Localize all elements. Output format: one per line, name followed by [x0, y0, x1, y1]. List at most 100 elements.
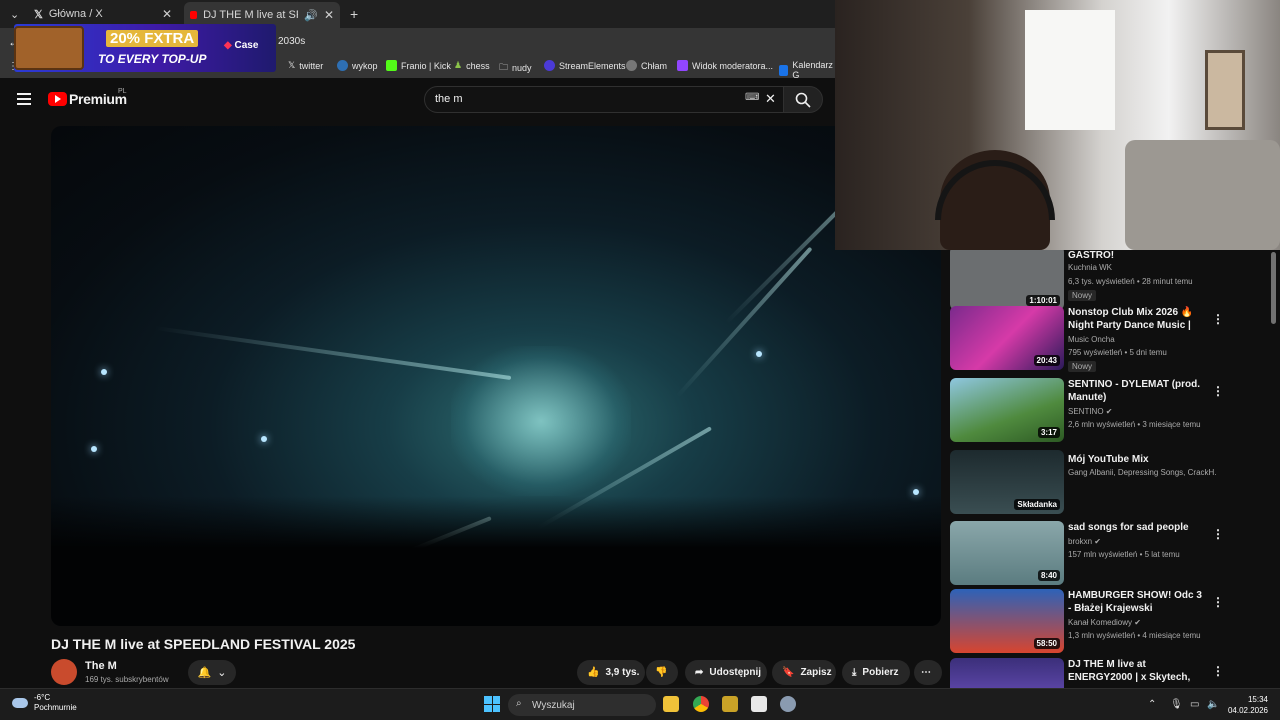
recommendation-title[interactable]: HAMBURGER SHOW! Odc 3 - Błażej Krajewski… — [1068, 589, 1203, 615]
file-explorer-icon[interactable] — [663, 696, 679, 712]
recommendation-item[interactable]: 8:40 sad songs for sad people brokxn ✔ 1… — [950, 521, 1272, 585]
recommendation-title[interactable]: SENTINO - DYLEMAT (prod. Manute) — [1068, 378, 1203, 404]
x-logo-icon: 𝕏 — [288, 60, 296, 70]
save-button[interactable]: 🔖 Zapisz — [772, 660, 836, 685]
more-options-icon[interactable]: ⋮ — [1212, 384, 1224, 398]
recommendation-title[interactable]: GASTRO! — [1068, 250, 1203, 262]
speaker-icon[interactable]: 🔊 — [304, 9, 318, 22]
display-icon[interactable]: ▭ — [1190, 699, 1199, 710]
channel-name[interactable]: The M — [85, 660, 117, 672]
video-thumbnail[interactable]: 20:43 — [950, 306, 1064, 370]
recommendation-channel[interactable]: Kanał Komediowy ✔ — [1068, 618, 1141, 627]
app-icon[interactable] — [722, 696, 738, 712]
recommendation-channel[interactable]: Music Oncha — [1068, 335, 1115, 344]
bookmark-calendar[interactable]: Kalendarz G — [779, 60, 835, 80]
bookmark-moderator[interactable]: Widok moderatora... — [677, 60, 773, 71]
recommendation-item[interactable]: 3:17 SENTINO - DYLEMAT (prod. Manute) SE… — [950, 378, 1272, 442]
recommendation-channel[interactable]: brokxn ✔ — [1068, 537, 1101, 546]
recommendation-title[interactable]: Nonstop Club Mix 2026 🔥 Night Party Danc… — [1068, 306, 1203, 332]
keyboard-icon[interactable]: ⌨ — [745, 92, 759, 103]
close-tab-icon[interactable]: ✕ — [162, 7, 172, 21]
volume-icon[interactable]: 🔈 — [1207, 699, 1219, 710]
chevron-up-icon[interactable]: ⌃ — [1148, 699, 1156, 710]
system-clock[interactable]: 15:34 04.02.2026 — [1228, 694, 1268, 716]
bookmark-streamelements[interactable]: StreamElements — [544, 60, 626, 71]
bookmark-wykop[interactable]: wykop — [337, 60, 378, 71]
new-badge: Nowy — [1068, 361, 1097, 372]
taskbar-search-input[interactable]: ⌕ Wyszukaj — [508, 694, 656, 716]
recommendation-item[interactable]: DJ THE M live at ENERGY2000 | x Skytech,… — [950, 658, 1272, 688]
sidebar-scrollbar[interactable] — [1271, 252, 1276, 324]
video-thumbnail[interactable]: 1:10:01 — [950, 250, 1064, 310]
video-player[interactable] — [51, 126, 941, 626]
dislike-button[interactable]: 👎 — [646, 660, 678, 685]
twitch-icon — [677, 60, 688, 71]
recommendation-item[interactable]: Składanka Mój YouTube Mix Gang Albanii, … — [950, 450, 1272, 514]
recommendation-title[interactable]: sad songs for sad people — [1068, 521, 1203, 534]
search-input[interactable]: the m ⌨ ✕ — [424, 86, 784, 113]
recommendation-title[interactable]: DJ THE M live at ENERGY2000 | x Skytech,… — [1068, 658, 1203, 684]
light-dot — [101, 369, 107, 375]
chrome-icon[interactable] — [693, 696, 709, 712]
video-thumbnail[interactable] — [950, 658, 1064, 688]
bookmark-nudy[interactable]: 🗀 nudy — [499, 60, 532, 76]
microphone-icon[interactable]: 🎙 — [1170, 699, 1183, 710]
close-tab-icon[interactable]: ✕ — [324, 8, 334, 22]
bookmark-kick[interactable]: Franio | Kick — [386, 60, 451, 71]
share-button[interactable]: ➦ Udostępnij — [685, 660, 767, 685]
dice-icon: ◆ — [224, 40, 232, 51]
video-title: DJ THE M live at SPEEDLAND FESTIVAL 2025 — [51, 636, 356, 652]
like-button[interactable]: 👍 3,9 tys. — [577, 660, 645, 685]
search-button[interactable] — [783, 86, 823, 113]
settings-gear-icon[interactable] — [780, 696, 796, 712]
search-icon — [795, 92, 811, 108]
weather-widget[interactable]: -6°C Pochmurnie — [12, 693, 77, 713]
download-button[interactable]: ⤓ Pobierz — [842, 660, 910, 685]
bookmark-icon: 🔖 — [782, 667, 795, 678]
bookmark-chess[interactable]: ♟ chess — [454, 60, 490, 71]
clear-search-icon[interactable]: ✕ — [765, 91, 776, 107]
bookmark-twitter[interactable]: 𝕏twitter — [288, 60, 323, 71]
recommendation-item[interactable]: 20:43 Nonstop Club Mix 2026 🔥 Night Part… — [950, 306, 1272, 372]
verified-icon: ✔ — [1134, 618, 1141, 627]
x-logo-icon: 𝕏 — [34, 8, 43, 21]
windows-start-icon[interactable] — [484, 696, 500, 712]
bookmark-chlam[interactable]: Chłam — [626, 60, 667, 71]
video-thumbnail[interactable]: 8:40 — [950, 521, 1064, 585]
light-dot — [756, 351, 762, 357]
recommendation-channel[interactable]: Kuchnia WK — [1068, 263, 1112, 272]
room-window — [1025, 10, 1115, 130]
recommendation-item[interactable]: 58:50 HAMBURGER SHOW! Odc 3 - Błażej Kra… — [950, 589, 1272, 653]
youtube-logo-icon[interactable] — [48, 92, 67, 106]
more-options-icon[interactable]: ⋮ — [1212, 312, 1224, 326]
streamelements-icon — [544, 60, 555, 71]
recommendation-item[interactable]: 1:10:01 GASTRO! Kuchnia WK 6,3 tys. wyśw… — [950, 250, 1272, 310]
hamburger-menu-icon[interactable] — [17, 93, 31, 105]
ad-banner[interactable]: 20% FXTRA TO EVERY TOP-UP ◆ Case — [14, 24, 276, 72]
download-icon: ⤓ — [852, 667, 857, 678]
tab-twitter[interactable]: 𝕏 Główna / X ✕ — [28, 4, 178, 24]
app-window-icon[interactable] — [751, 696, 767, 712]
video-thumbnail[interactable]: 58:50 — [950, 589, 1064, 653]
mirror — [1205, 50, 1245, 130]
channel-avatar[interactable] — [51, 659, 77, 685]
kick-icon — [386, 60, 397, 71]
tab-list-button[interactable]: ⌄ — [4, 4, 22, 24]
recommendation-channel[interactable]: SENTINO ✔ — [1068, 407, 1113, 416]
more-actions-button[interactable]: ⋯ — [914, 660, 942, 685]
light-dot — [91, 446, 97, 452]
chess-icon: ♟ — [454, 60, 463, 70]
more-options-icon[interactable]: ⋮ — [1212, 527, 1224, 541]
more-options-icon[interactable]: ⋮ — [1212, 664, 1224, 678]
cloud-icon — [12, 698, 28, 708]
wykop-icon — [337, 60, 348, 71]
new-tab-button[interactable]: + — [344, 4, 364, 24]
verified-icon: ✔ — [1105, 407, 1113, 416]
recommendation-channel[interactable]: Gang Albanii, Depressing Songs, CrackH..… — [1068, 468, 1216, 477]
treasure-chest-icon — [14, 26, 84, 70]
subscription-bell-button[interactable]: 🔔 ⌄ — [188, 660, 236, 685]
recommendation-title[interactable]: Mój YouTube Mix — [1068, 453, 1203, 466]
video-thumbnail[interactable]: 3:17 — [950, 378, 1064, 442]
more-options-icon[interactable]: ⋮ — [1212, 595, 1224, 609]
video-thumbnail[interactable]: Składanka — [950, 450, 1064, 514]
